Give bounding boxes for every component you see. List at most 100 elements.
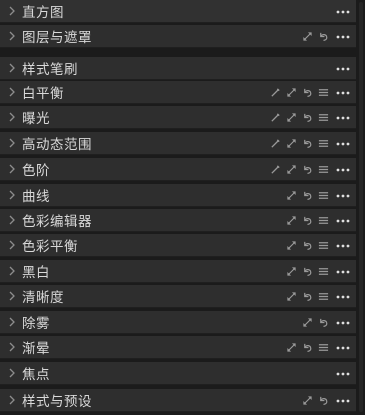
reset-icon[interactable]	[301, 342, 313, 354]
chevron-right-icon[interactable]	[2, 81, 22, 104]
reset-icon[interactable]	[301, 240, 313, 252]
reset-icon[interactable]	[301, 266, 313, 278]
more-options-icon[interactable]	[334, 395, 352, 407]
more-options-icon[interactable]	[334, 164, 352, 176]
list-icon[interactable]	[317, 291, 329, 303]
expand-arrow-icon[interactable]	[301, 317, 313, 329]
expand-arrow-icon[interactable]	[285, 291, 297, 303]
chevron-right-icon[interactable]	[2, 0, 22, 23]
panel-title: 样式与预设	[22, 394, 92, 410]
chevron-right-icon[interactable]	[2, 57, 22, 80]
reset-icon[interactable]	[301, 190, 313, 202]
panel-row[interactable]: 直方图	[0, 0, 356, 23]
more-options-icon[interactable]	[334, 215, 352, 227]
expand-arrow-icon[interactable]	[285, 190, 297, 202]
panel-tools	[301, 389, 352, 412]
list-icon[interactable]	[317, 112, 329, 124]
expand-arrow-icon[interactable]	[285, 112, 297, 124]
panel-row[interactable]: 白平衡	[0, 81, 356, 104]
panel-row[interactable]: 样式笔刷	[0, 57, 356, 80]
list-icon[interactable]	[317, 240, 329, 252]
more-options-icon[interactable]	[334, 112, 352, 124]
picker-icon[interactable]	[269, 164, 281, 176]
panel-title: 样式笔刷	[22, 62, 78, 78]
panel-row[interactable]: 除雾	[0, 311, 356, 334]
expand-arrow-icon[interactable]	[285, 266, 297, 278]
list-icon[interactable]	[317, 342, 329, 354]
panel-row[interactable]: 清晰度	[0, 285, 356, 308]
list-icon[interactable]	[317, 164, 329, 176]
expand-arrow-icon[interactable]	[285, 87, 297, 99]
more-options-icon[interactable]	[334, 342, 352, 354]
panel-row[interactable]: 色彩平衡	[0, 234, 356, 257]
more-options-icon[interactable]	[334, 291, 352, 303]
panel-row[interactable]: 黑白	[0, 260, 356, 283]
reset-icon[interactable]	[301, 87, 313, 99]
more-options-icon[interactable]	[334, 368, 352, 380]
more-options-icon[interactable]	[334, 87, 352, 99]
expand-arrow-icon[interactable]	[285, 138, 297, 150]
scrollbar[interactable]	[357, 0, 365, 415]
panel-tools	[285, 209, 352, 232]
chevron-right-icon[interactable]	[2, 285, 22, 308]
chevron-right-icon[interactable]	[2, 25, 22, 48]
more-options-icon[interactable]	[334, 138, 352, 150]
panel-row[interactable]: 图层与遮罩	[0, 25, 356, 48]
panel-row[interactable]: 曲线	[0, 184, 356, 207]
chevron-right-icon[interactable]	[2, 311, 22, 334]
panel-title: 色彩编辑器	[22, 214, 92, 230]
more-options-icon[interactable]	[334, 190, 352, 202]
reset-icon[interactable]	[301, 291, 313, 303]
expand-arrow-icon[interactable]	[285, 342, 297, 354]
list-icon[interactable]	[317, 215, 329, 227]
list-icon[interactable]	[317, 190, 329, 202]
chevron-right-icon[interactable]	[2, 234, 22, 257]
panel-tools	[333, 0, 352, 23]
list-icon[interactable]	[317, 138, 329, 150]
tool-panel-list: 直方图图层与遮罩样式笔刷白平衡 曝光高动态范围色阶曲线色彩编辑器色彩平衡黑白 清晰度…	[0, 0, 356, 415]
panel-row[interactable]: 渐晕	[0, 336, 356, 359]
chevron-right-icon[interactable]	[2, 184, 22, 207]
panel-row[interactable]: 色阶	[0, 158, 356, 181]
panel-row[interactable]: 高动态范围	[0, 132, 356, 155]
panel-row[interactable]: 焦点	[0, 362, 356, 385]
expand-arrow-icon[interactable]	[301, 395, 313, 407]
more-options-icon[interactable]	[334, 6, 352, 18]
panel-row[interactable]: 曝光	[0, 106, 356, 129]
scrollbar-thumb[interactable]	[359, 2, 363, 412]
panel-tools	[333, 57, 352, 80]
picker-icon[interactable]	[269, 112, 281, 124]
reset-icon[interactable]	[301, 138, 313, 150]
chevron-right-icon[interactable]	[2, 336, 22, 359]
chevron-right-icon[interactable]	[2, 106, 22, 129]
chevron-right-icon[interactable]	[2, 132, 22, 155]
reset-icon[interactable]	[317, 31, 329, 43]
reset-icon[interactable]	[301, 215, 313, 227]
more-options-icon[interactable]	[334, 240, 352, 252]
panel-row[interactable]: 色彩编辑器	[0, 209, 356, 232]
reset-icon[interactable]	[317, 317, 329, 329]
chevron-right-icon[interactable]	[2, 362, 22, 385]
list-icon[interactable]	[317, 266, 329, 278]
more-options-icon[interactable]	[334, 266, 352, 278]
picker-icon[interactable]	[269, 138, 281, 150]
reset-icon[interactable]	[301, 112, 313, 124]
reset-icon[interactable]	[301, 164, 313, 176]
more-options-icon[interactable]	[334, 31, 352, 43]
panel-title: 直方图	[22, 5, 64, 21]
panel-tools	[269, 132, 352, 155]
panel-row[interactable]: 样式与预设	[0, 389, 356, 412]
picker-icon[interactable]	[269, 87, 281, 99]
chevron-right-icon[interactable]	[2, 158, 22, 181]
chevron-right-icon[interactable]	[2, 260, 22, 283]
list-icon[interactable]	[317, 87, 329, 99]
chevron-right-icon[interactable]	[2, 389, 22, 412]
expand-arrow-icon[interactable]	[285, 164, 297, 176]
expand-arrow-icon[interactable]	[285, 215, 297, 227]
more-options-icon[interactable]	[334, 63, 352, 75]
more-options-icon[interactable]	[334, 317, 352, 329]
chevron-right-icon[interactable]	[2, 209, 22, 232]
reset-icon[interactable]	[317, 395, 329, 407]
expand-arrow-icon[interactable]	[301, 31, 313, 43]
expand-arrow-icon[interactable]	[285, 240, 297, 252]
